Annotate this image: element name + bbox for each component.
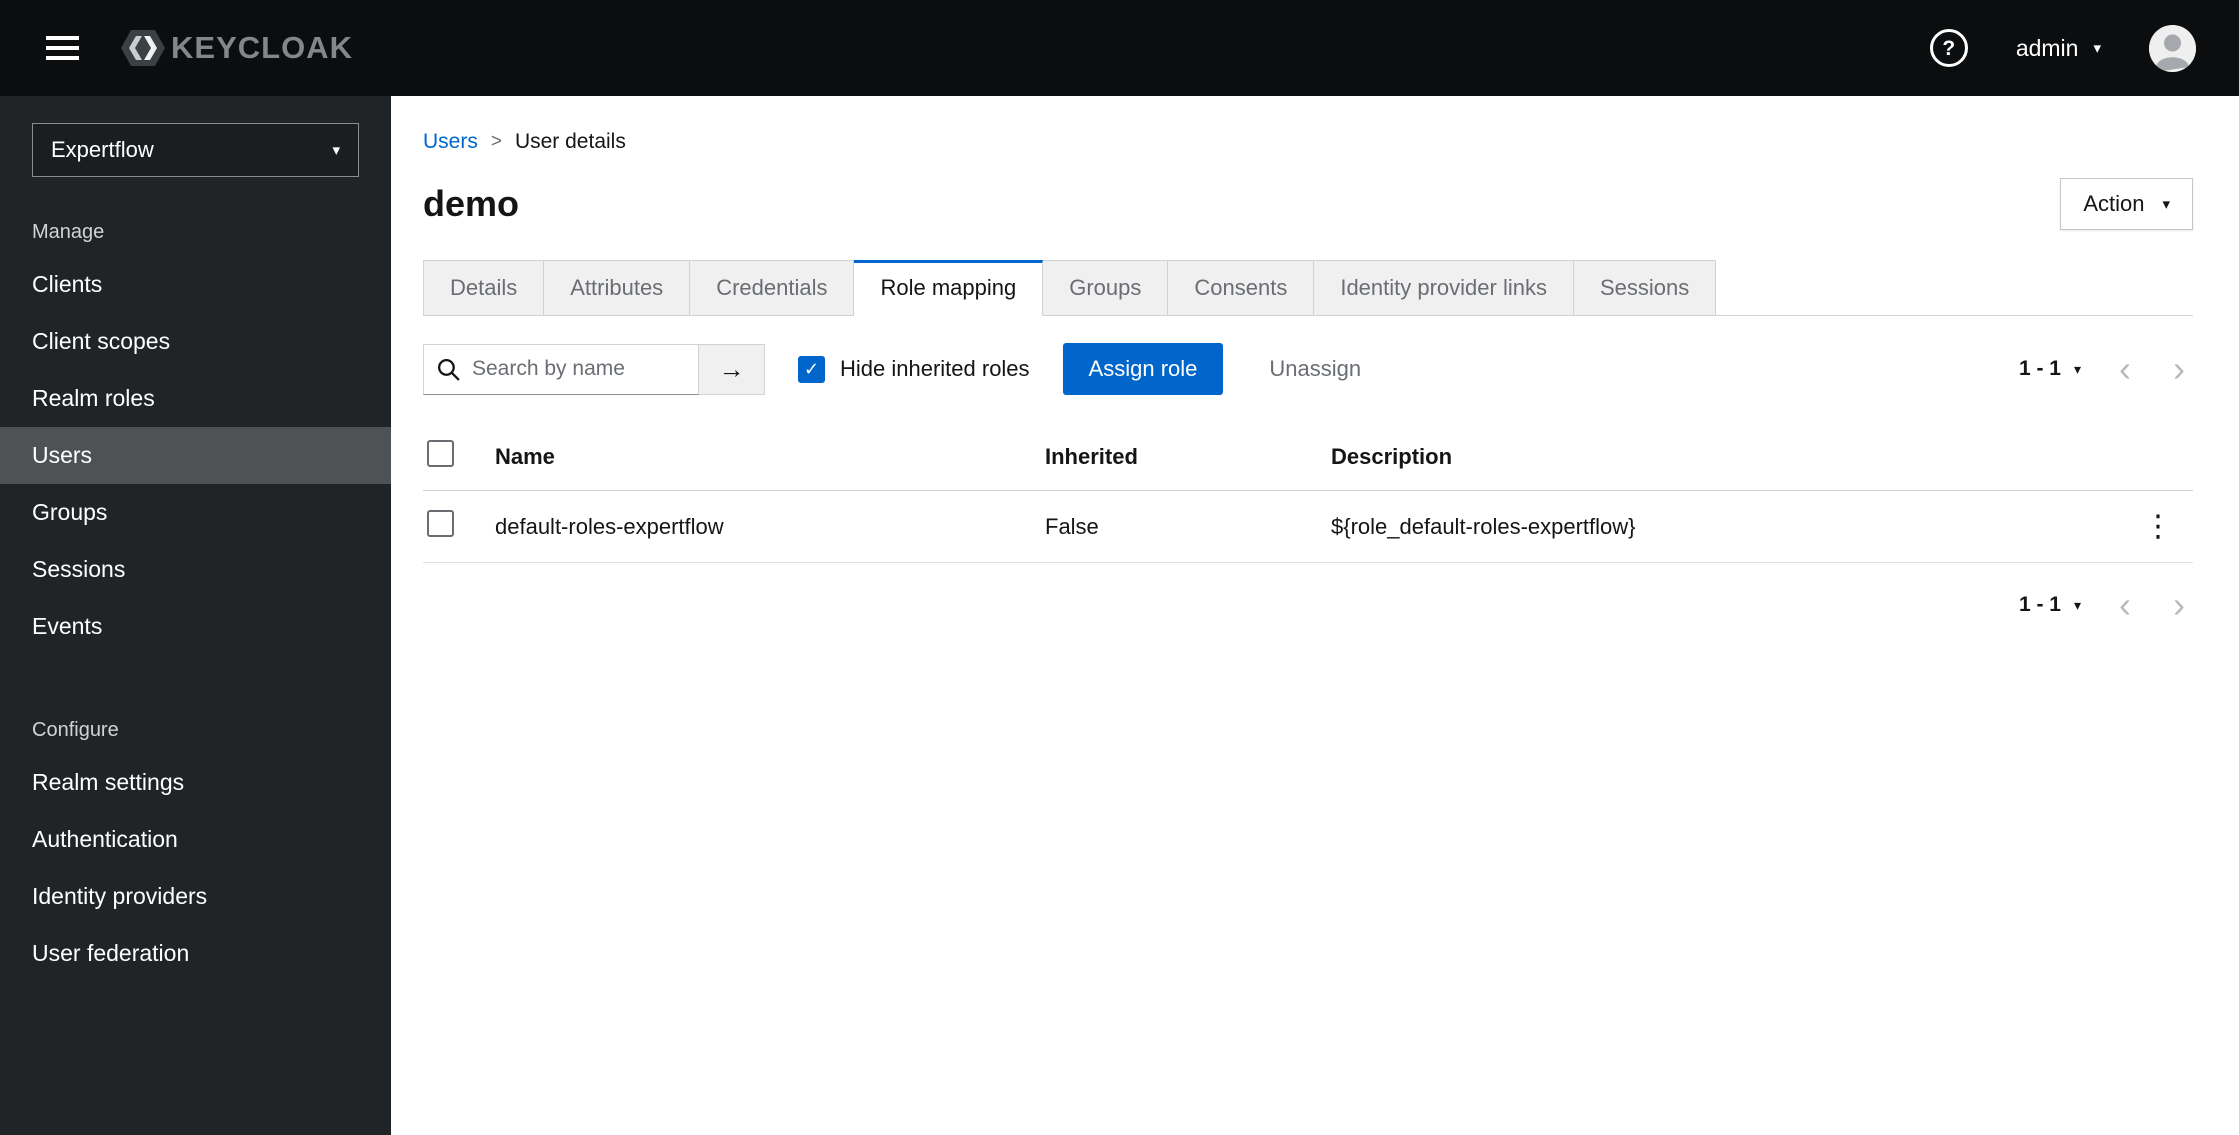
- row-checkbox[interactable]: [427, 510, 454, 537]
- caret-down-icon: ▾: [2073, 361, 2081, 377]
- arrow-right-icon: →: [718, 353, 745, 384]
- select-all-checkbox[interactable]: [427, 440, 454, 467]
- hide-inherited-checkbox[interactable]: ✓: [798, 355, 825, 383]
- column-header-name: Name: [479, 423, 1029, 491]
- breadcrumb-separator-icon: >: [490, 131, 502, 152]
- sidebar-item-user-federation[interactable]: User federation: [0, 925, 391, 982]
- tab-consents[interactable]: Consents: [1168, 260, 1315, 316]
- column-header-inherited: Inherited: [1029, 423, 1315, 491]
- tab-credentials[interactable]: Credentials: [690, 260, 855, 316]
- assign-role-button[interactable]: Assign role: [1062, 343, 1224, 395]
- row-kebab-button[interactable]: ⋮: [2133, 511, 2183, 542]
- table-row: default-roles-expertflow False ${role_de…: [423, 490, 2193, 563]
- search-group: →: [423, 343, 765, 395]
- action-dropdown-button[interactable]: Action ▾: [2060, 178, 2193, 230]
- pagination-menu-button[interactable]: 1 - 1 ▾: [2009, 349, 2091, 389]
- pagination-range: 1 - 1: [2018, 357, 2061, 380]
- brand-text: KEYCLOAK: [171, 30, 353, 65]
- action-label: Action: [2083, 191, 2145, 216]
- tab-identity-provider-links[interactable]: Identity provider links: [1314, 260, 1574, 316]
- search-submit-button[interactable]: →: [699, 343, 765, 395]
- sidebar-item-authentication[interactable]: Authentication: [0, 811, 391, 868]
- tab-sessions[interactable]: Sessions: [1573, 260, 1717, 316]
- user-name: admin: [2015, 34, 2079, 61]
- role-mapping-table: Name Inherited Description default-roles…: [423, 423, 2193, 563]
- tab-attributes[interactable]: Attributes: [544, 260, 691, 316]
- pagination-top: 1 - 1 ▾ ‹ ›: [2009, 349, 2193, 389]
- sidebar-item-users[interactable]: Users: [0, 427, 391, 484]
- table-header-row: Name Inherited Description: [423, 423, 2193, 491]
- page-title: demo: [423, 183, 520, 224]
- tabs: Details Attributes Credentials Role mapp…: [423, 260, 2193, 316]
- sidebar-item-realm-roles[interactable]: Realm roles: [0, 370, 391, 427]
- nav-group-label-configure: Configure: [32, 719, 119, 741]
- caret-down-icon: ▾: [2162, 195, 2170, 213]
- caret-down-icon: ▾: [2073, 597, 2081, 613]
- breadcrumb-link-users[interactable]: Users: [423, 130, 478, 154]
- sidebar-item-sessions[interactable]: Sessions: [0, 541, 391, 598]
- sidebar-item-client-scopes[interactable]: Client scopes: [0, 313, 391, 370]
- sidebar: Expertflow ▾ Manage Clients Client scope…: [0, 96, 391, 1135]
- avatar[interactable]: [2149, 24, 2196, 72]
- pagination-prev-button[interactable]: ‹: [2111, 351, 2139, 387]
- nav-group-configure: Configure Realm settings Authentication …: [0, 695, 391, 982]
- cell-description: ${role_default-roles-expertflow}: [1315, 490, 2117, 563]
- help-button[interactable]: ?: [1929, 29, 1968, 67]
- pagination-bottom-wrap: 1 - 1 ▾ ‹ ›: [423, 585, 2193, 625]
- breadcrumb-current: User details: [514, 130, 626, 153]
- cell-role-name: default-roles-expertflow: [479, 490, 1029, 563]
- nav-toggle-button[interactable]: [30, 32, 95, 64]
- user-avatar-icon: [2149, 24, 2196, 72]
- brand[interactable]: KEYCLOAK: [119, 24, 353, 72]
- tab-groups[interactable]: Groups: [1043, 260, 1169, 316]
- column-header-description: Description: [1315, 423, 2117, 491]
- sidebar-item-realm-settings[interactable]: Realm settings: [0, 754, 391, 811]
- tab-role-mapping[interactable]: Role mapping: [854, 260, 1044, 316]
- nav-group-manage: Manage Clients Client scopes Realm roles…: [0, 197, 391, 655]
- breadcrumb: Users > User details: [423, 96, 2193, 154]
- page-layout: Expertflow ▾ Manage Clients Client scope…: [0, 96, 2239, 1135]
- sidebar-item-groups[interactable]: Groups: [0, 484, 391, 541]
- pagination-bottom: 1 - 1 ▾ ‹ ›: [2009, 585, 2193, 625]
- pagination-range-bottom: 1 - 1: [2018, 593, 2061, 616]
- unassign-button[interactable]: Unassign: [1269, 356, 1361, 382]
- caret-down-icon: ▾: [2093, 39, 2101, 57]
- hamburger-icon: [46, 36, 79, 60]
- caret-down-icon: ▾: [332, 141, 340, 159]
- pagination-next-button-bottom[interactable]: ›: [2165, 587, 2193, 623]
- realm-name: Expertflow: [51, 137, 154, 162]
- tab-details[interactable]: Details: [423, 260, 545, 316]
- pagination-menu-button-bottom[interactable]: 1 - 1 ▾: [2009, 585, 2091, 625]
- keycloak-logo-icon: [121, 30, 165, 66]
- toolbar: → ✓ Hide inherited roles Assign role Una…: [423, 316, 2193, 419]
- check-icon: ✓: [803, 358, 820, 379]
- nav-group-label-manage: Manage: [32, 221, 105, 243]
- masthead-right: ? admin ▾: [1929, 24, 2196, 72]
- hide-inherited-roles-control[interactable]: ✓ Hide inherited roles: [798, 355, 1030, 383]
- cell-inherited: False: [1029, 490, 1315, 563]
- user-menu-button[interactable]: admin ▾: [2016, 35, 2101, 62]
- pagination-prev-button-bottom[interactable]: ‹: [2111, 587, 2139, 623]
- help-icon: ?: [1942, 36, 1956, 60]
- masthead: KEYCLOAK ? admin ▾: [0, 0, 2239, 96]
- hide-inherited-label: Hide inherited roles: [840, 356, 1030, 381]
- realm-selector[interactable]: Expertflow ▾: [32, 123, 359, 177]
- pagination-next-button[interactable]: ›: [2165, 351, 2193, 387]
- sidebar-item-events[interactable]: Events: [0, 598, 391, 655]
- sidebar-item-clients[interactable]: Clients: [0, 256, 391, 313]
- main-content: Users > User details demo Action ▾ Detai…: [391, 96, 2239, 1135]
- sidebar-item-identity-providers[interactable]: Identity providers: [0, 868, 391, 925]
- title-row: demo Action ▾: [423, 178, 2193, 230]
- search-input[interactable]: [423, 343, 699, 395]
